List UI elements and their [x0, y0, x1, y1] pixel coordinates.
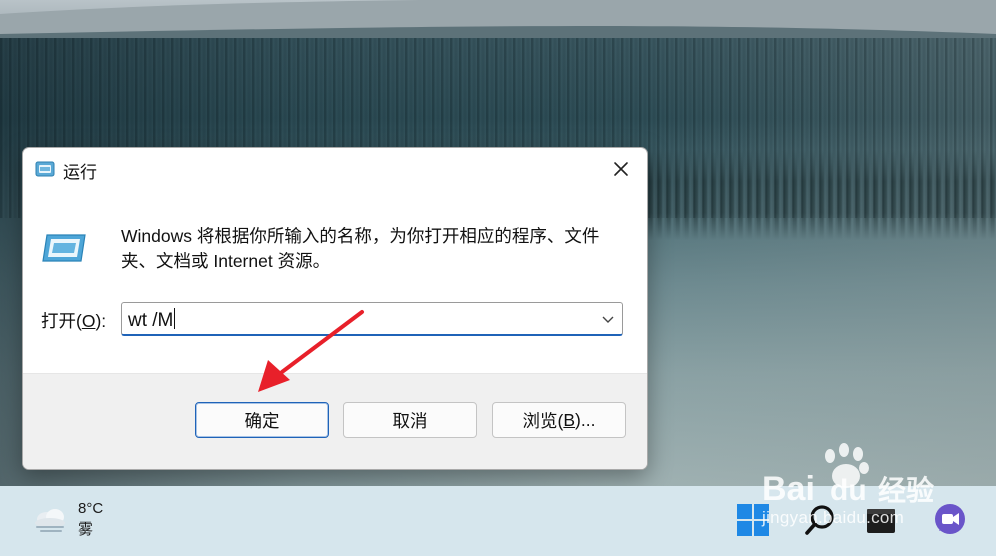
weather-condition: 雾	[78, 521, 94, 538]
browse-label-accelerator: B	[563, 409, 576, 430]
weather-temperature: 8°C	[78, 500, 104, 517]
open-label: 打开(O):	[41, 308, 106, 333]
chevron-down-icon[interactable]	[598, 309, 618, 329]
run-dialog: 运行 Windows 将根据你所输入的名称，为你打开相应的程序、文件夹、文档或 …	[22, 147, 648, 470]
browse-button[interactable]: 浏览(B)...	[492, 402, 626, 438]
ok-button[interactable]: 确定	[195, 402, 329, 438]
dialog-description: Windows 将根据你所输入的名称，为你打开相应的程序、文件夹、文档或 Int…	[121, 226, 600, 271]
open-label-suffix: ):	[95, 311, 107, 331]
close-button[interactable]	[599, 154, 643, 184]
dialog-titlebar[interactable]: 运行	[23, 148, 647, 190]
ok-button-label: 确定	[244, 410, 280, 431]
dialog-title: 运行	[63, 163, 97, 182]
open-label-accelerator: O	[81, 311, 96, 331]
browse-label-suffix: )...	[575, 409, 596, 430]
open-label-prefix: 打开(	[41, 311, 82, 331]
wallpaper-tree-reflection	[640, 150, 996, 240]
close-icon	[614, 162, 628, 176]
command-input-text: wt /M	[128, 310, 174, 331]
text-caret	[174, 308, 176, 329]
weather-text: 8°C 雾	[78, 498, 103, 540]
cancel-button[interactable]: 取消	[343, 402, 477, 438]
run-app-icon	[35, 161, 55, 177]
run-large-icon	[42, 234, 86, 262]
open-combobox[interactable]: wt /M	[121, 302, 623, 336]
cancel-button-label: 取消	[392, 410, 428, 431]
watermark-url: jingyan.baidu.com	[762, 508, 905, 527]
browse-label-prefix: 浏览(	[522, 410, 564, 431]
weather-widget[interactable]: 8°C 雾	[30, 498, 103, 540]
cloud-fog-icon	[35, 509, 65, 532]
command-input[interactable]: wt /M	[128, 308, 176, 332]
chat-icon	[935, 504, 965, 534]
chat-button[interactable]	[930, 500, 970, 540]
